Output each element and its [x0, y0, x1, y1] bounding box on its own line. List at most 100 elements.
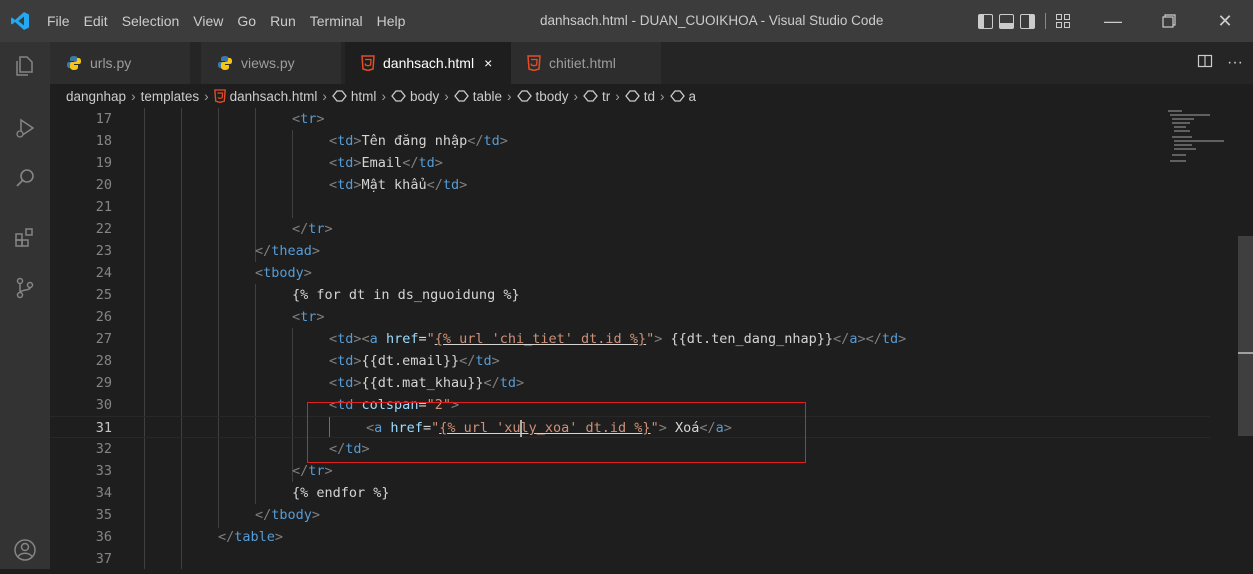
code-text: </tr> [292, 221, 333, 237]
code-text: </tbody> [255, 507, 321, 523]
tab-label: chitiet.html [549, 55, 616, 71]
search-icon[interactable] [0, 154, 50, 202]
code-line: 36 </table> [50, 526, 1210, 548]
code-line: 29 <td>{{dt.mat_khau}}</td> [50, 372, 1210, 394]
breadcrumb-item[interactable]: tbody [536, 89, 569, 104]
tab-label: danhsach.html [383, 55, 475, 71]
breadcrumb-item[interactable]: html [351, 89, 377, 104]
python-icon [66, 55, 82, 71]
code-text: <td>Mật khẩu</td> [329, 177, 468, 193]
title-bar: File Edit Selection View Go Run Terminal… [0, 0, 1253, 42]
annotation-highlight-box [307, 402, 806, 463]
chevron-right-icon: › [660, 88, 665, 104]
toggle-panel-icon[interactable] [999, 13, 1014, 29]
close-window-icon[interactable]: ✕ [1197, 0, 1253, 42]
code-line: 17 <tr> [50, 108, 1210, 130]
toggle-primary-sidebar-icon[interactable] [978, 13, 993, 29]
layout-controls [978, 13, 1071, 29]
password-expr: {{dt.mat_khau}} [361, 375, 484, 391]
element-icon [453, 90, 469, 102]
accounts-icon[interactable] [0, 526, 50, 574]
menu-terminal[interactable]: Terminal [303, 0, 370, 42]
detail-url: {% url 'chi_tiet' dt.id %} [434, 331, 647, 347]
code-text: </thead> [255, 243, 321, 259]
code-text: <td>Tên đăng nhập</td> [329, 133, 508, 149]
line-number: 24 [95, 265, 112, 281]
line-number: 29 [95, 375, 112, 391]
chevron-right-icon: › [381, 88, 386, 104]
chevron-right-icon: › [507, 88, 512, 104]
menu-go[interactable]: Go [230, 0, 263, 42]
source-control-icon[interactable] [0, 264, 50, 312]
code-line: 19 <td>Email</td> [50, 152, 1210, 174]
code-editor[interactable]: 17 <tr> 18 <td>Tên đăng nhập</td> 19 <td… [50, 108, 1253, 569]
minimap[interactable] [1160, 108, 1230, 188]
username-expr: {{dt.ten_dang_nhap}} [662, 331, 834, 347]
explorer-icon[interactable] [0, 42, 50, 90]
line-number: 26 [95, 309, 112, 325]
line-number: 23 [95, 243, 112, 259]
element-icon [624, 90, 640, 102]
html5-icon [213, 89, 226, 103]
line-number: 21 [95, 199, 112, 215]
run-debug-icon[interactable] [0, 104, 50, 152]
code-line: 34 {% endfor %} [50, 482, 1210, 504]
customize-layout-icon[interactable] [1056, 13, 1071, 29]
tab-views-py[interactable]: views.py [201, 42, 341, 84]
header-email: Email [361, 155, 403, 171]
element-icon [583, 90, 598, 102]
chevron-right-icon: › [131, 88, 136, 104]
more-actions-icon[interactable]: ··· [1227, 54, 1243, 72]
menu-selection[interactable]: Selection [115, 0, 187, 42]
line-number: 25 [95, 287, 112, 303]
breadcrumb: dangnhap › templates › danhsach.html › h… [50, 84, 1253, 108]
element-icon [391, 90, 406, 102]
breadcrumb-item[interactable]: table [473, 89, 502, 104]
element-icon [332, 90, 347, 102]
breadcrumb-item[interactable]: dangnhap [66, 89, 126, 104]
restore-icon[interactable] [1141, 0, 1197, 42]
email-expr: {{dt.email}} [361, 353, 460, 369]
code-text: <td>{{dt.email}}</td> [329, 353, 500, 369]
code-line: 25 {% for dt in ds_nguoidung %} [50, 284, 1210, 306]
line-number: 32 [95, 441, 112, 457]
window-title: danhsach.html - DUAN_CUOIKHOA - Visual S… [540, 13, 884, 28]
code-line: 37 [50, 548, 1210, 569]
breadcrumb-item[interactable]: body [410, 89, 439, 104]
extensions-icon[interactable] [0, 214, 50, 262]
menu-help[interactable]: Help [370, 0, 413, 42]
tab-chitiet-html[interactable]: chitiet.html [511, 42, 661, 84]
breadcrumb-item[interactable]: td [644, 89, 655, 104]
menu-run[interactable]: Run [263, 0, 303, 42]
line-number: 33 [95, 463, 112, 479]
element-icon [516, 90, 532, 102]
chevron-right-icon: › [573, 88, 579, 104]
breadcrumb-item[interactable]: danhsach.html [230, 89, 318, 104]
python-icon [217, 55, 233, 71]
code-line: 18 <td>Tên đăng nhập</td> [50, 130, 1210, 152]
element-icon [669, 90, 685, 102]
minimize-icon[interactable]: — [1085, 0, 1141, 42]
tab-label: urls.py [90, 55, 132, 71]
menu-file[interactable]: File [40, 0, 77, 42]
line-number: 18 [95, 133, 112, 149]
split-editor-icon[interactable] [1197, 53, 1213, 74]
breadcrumb-item[interactable]: tr [602, 89, 610, 104]
line-number: 19 [95, 155, 112, 171]
tab-urls-py[interactable]: urls.py [50, 42, 190, 84]
line-number: 17 [95, 111, 112, 127]
breadcrumb-item[interactable]: templates [141, 89, 200, 104]
close-tab-icon[interactable]: × [484, 55, 492, 71]
breadcrumb-item[interactable]: a [689, 89, 697, 104]
menu-view[interactable]: View [186, 0, 230, 42]
tab-danhsach-html[interactable]: danhsach.html × [345, 42, 511, 84]
vertical-scrollbar[interactable] [1238, 236, 1253, 436]
code-line: 28 <td>{{dt.email}}</td> [50, 350, 1210, 372]
toggle-secondary-sidebar-icon[interactable] [1020, 13, 1035, 29]
menu-edit[interactable]: Edit [77, 0, 115, 42]
window-controls: — ✕ [1085, 0, 1253, 42]
vscode-logo-icon [0, 0, 40, 42]
line-number: 27 [95, 331, 112, 347]
chevron-right-icon: › [444, 88, 449, 104]
code-line: 24 <tbody> [50, 262, 1210, 284]
